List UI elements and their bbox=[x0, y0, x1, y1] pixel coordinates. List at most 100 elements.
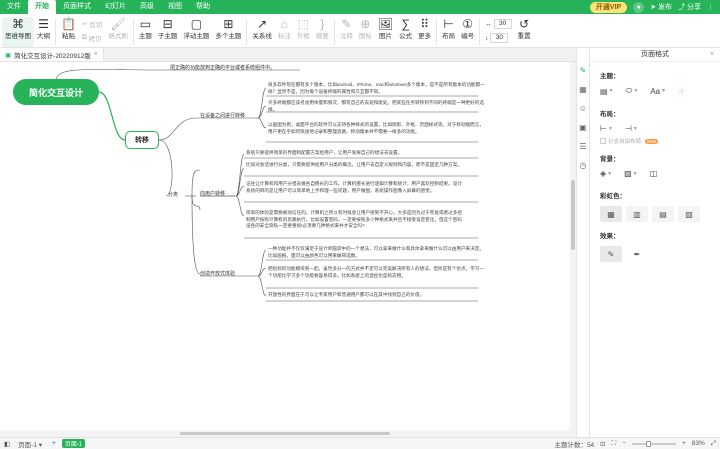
ribbon-separator bbox=[246, 19, 248, 45]
summary-button[interactable]: } 概要 bbox=[313, 17, 332, 47]
menu-view[interactable]: 视图 bbox=[161, 0, 189, 14]
menu-advanced[interactable]: 高级 bbox=[133, 0, 161, 14]
leaf-topic[interactable]: 许多终端都应该考虑用体量和频次，都有自己的去处和能处。把某些任务转移到不同的终端… bbox=[268, 100, 486, 113]
menu-slides[interactable]: 幻灯片 bbox=[98, 0, 133, 14]
layout-structure-button[interactable]: ⊢ ▼ bbox=[600, 124, 613, 133]
menu-page-style[interactable]: 页面样式 bbox=[56, 0, 98, 14]
style-icon[interactable]: ▦ bbox=[579, 85, 587, 94]
rainbow-section: 彩虹色： ▦ ▥ ▤ ▧ bbox=[590, 182, 720, 222]
label-label: 标注 bbox=[277, 33, 291, 40]
zoom-slider-knob[interactable] bbox=[645, 440, 651, 447]
cut-button[interactable]: ✂ 剪切 bbox=[82, 18, 102, 30]
branch-topic-open[interactable]: 创造开放式体验 bbox=[200, 270, 235, 277]
leaf-topic[interactable]: 系统只要提供简单的界面和配置方案给用户，让用户发挥自己的想法去设置。 bbox=[246, 150, 464, 157]
theme-style-button[interactable]: ▤ ▼ bbox=[600, 87, 614, 96]
leaf-topic[interactable]: 开放性的界面在于可以让专家用户和普通用户都可以在其中找到自己的价值。 bbox=[268, 292, 486, 299]
leaf-topic[interactable]: 很多软件现在都有多个版本，比如android、iPhone、mac和window… bbox=[268, 82, 486, 95]
vertical-spacing-input[interactable]: 30 bbox=[490, 33, 509, 43]
paste-button[interactable]: 📋 粘贴 bbox=[58, 17, 79, 47]
layout-button[interactable]: ⊢ 布局 bbox=[439, 17, 458, 47]
leaf-topic[interactable]: 记住让计算机和用户分担去做各自擅长的工作。计算机擅长进行逻辑计算和统计，用户喜欢… bbox=[246, 181, 464, 194]
document-tab[interactable]: ▣ 简化交互设计-20220912版 × bbox=[0, 48, 104, 61]
leaf-topic[interactable]: 一种功能并不仅仅满足于设计师脑袋中的一个想法，可以拿来做什么和具体拿来做什么可以… bbox=[268, 246, 486, 259]
menu-start[interactable]: 开始 bbox=[28, 0, 56, 14]
reset-icon: ↺ bbox=[519, 17, 530, 31]
floating-topic-icon: ▢ bbox=[190, 17, 203, 31]
branch-topic-device[interactable]: 在设备之间进行转移 bbox=[200, 112, 245, 119]
background-fill-button[interactable]: ◈ ▼ bbox=[600, 169, 612, 178]
copy-button[interactable]: ⧉ 拷贝 bbox=[82, 32, 102, 44]
sidebar-toggle-icon[interactable]: ◧ bbox=[4, 440, 10, 448]
leaf-topic[interactable]: 把指标的功能模块到一起，虽然多分一的方式并不定可以完美解决所有人的想法。但听是有… bbox=[268, 266, 486, 279]
formula-button[interactable]: ∑ 公式 bbox=[396, 17, 415, 47]
zoom-in-icon[interactable]: + bbox=[682, 440, 686, 447]
multi-topic-button[interactable]: ⊞ 多个主题 bbox=[212, 17, 244, 47]
effect-option-pen[interactable]: ✒ bbox=[626, 246, 648, 262]
add-page-button[interactable]: + bbox=[52, 440, 56, 447]
rainbow-option-3[interactable]: ▧ bbox=[678, 206, 700, 222]
page-format-icon[interactable]: ✎ bbox=[580, 66, 587, 75]
tree-icon: ⊢ bbox=[600, 124, 607, 133]
theme-font-button[interactable]: Aa ▼ bbox=[650, 87, 666, 96]
outline-button[interactable]: ☰ 大纲 bbox=[34, 17, 53, 47]
leaf-topic[interactable]: 简单的体验是需要被动信任的。计算机之所以有时候会让用户感到不开心，大多是因为过于… bbox=[246, 210, 464, 230]
background-texture-button[interactable]: ◫ bbox=[650, 169, 658, 178]
history-icon[interactable]: ◷ bbox=[580, 161, 587, 170]
horizontal-scrollbar[interactable] bbox=[0, 430, 576, 437]
label-button[interactable]: ⌂ 标注 bbox=[275, 17, 294, 47]
branch-topic-user[interactable]: 向用户转移 bbox=[200, 190, 225, 197]
floating-topic-button[interactable]: ▢ 浮动主题 bbox=[180, 17, 212, 47]
branch-topic-category[interactable]: 分类 bbox=[168, 191, 178, 198]
branch-free-layout-checkbox[interactable]: 分支自由布局 New bbox=[600, 137, 712, 145]
outline-frame-button[interactable]: ⬚ 外框 bbox=[294, 17, 313, 47]
vip-button[interactable]: 开通VIP bbox=[589, 1, 628, 13]
tag-icon-button[interactable]: ⊕ 图标 bbox=[356, 17, 375, 47]
number-button[interactable]: ① 编号 bbox=[458, 17, 477, 47]
background-image-button[interactable]: ▨ ▼ bbox=[624, 169, 638, 178]
rainbow-option-1[interactable]: ▥ bbox=[626, 206, 648, 222]
menu-help[interactable]: 帮助 bbox=[189, 0, 217, 14]
expand-icon[interactable]: ⤢ bbox=[711, 440, 716, 448]
outline-view-icon[interactable]: ☰ bbox=[579, 142, 586, 151]
more-button[interactable]: ⠿ 更多 bbox=[415, 17, 434, 47]
reset-button[interactable]: ↺ 重置 bbox=[515, 17, 534, 47]
note-button[interactable]: ✎ 注释 bbox=[337, 17, 356, 47]
top-note-topic[interactable]: 把正确的功能放到正确的平台或者系统组件中。 bbox=[170, 64, 370, 71]
root-topic[interactable]: 简化交互设计 bbox=[13, 79, 99, 105]
horizontal-scroll-thumb[interactable] bbox=[180, 432, 390, 435]
layout-branch-button[interactable]: ⊣ ▼ bbox=[625, 124, 638, 133]
relation-line-button[interactable]: ↗ 关系线 bbox=[249, 17, 275, 47]
share-button[interactable]: ⤴ 分享 bbox=[678, 2, 701, 12]
more-icon[interactable]: ⋮ bbox=[707, 3, 714, 11]
image-button[interactable]: 🖼 图片 bbox=[375, 17, 396, 47]
rainbow-option-2[interactable]: ▤ bbox=[652, 206, 674, 222]
vertical-scroll-thumb[interactable] bbox=[571, 180, 575, 250]
rainbow-option-none[interactable]: ▦ bbox=[600, 206, 622, 222]
image-library-icon[interactable]: ▣ bbox=[579, 123, 587, 132]
publish-button[interactable]: ➤ 发布 bbox=[650, 2, 672, 12]
menu-file[interactable]: 文件 bbox=[0, 0, 28, 14]
leaf-topic[interactable]: 以画图为例，桌面平台的软件可以支持各种样式的设置，比如阴影、外框、页面样式等。对… bbox=[268, 122, 486, 135]
page-tab[interactable]: 页面-1 bbox=[61, 439, 86, 448]
leaf-topic[interactable]: 比如对会话进行分类，只需要提供给用户分类的概念，让用户去自定义规则和内容，而不是… bbox=[246, 162, 464, 169]
close-icon[interactable]: × bbox=[710, 48, 714, 62]
theme-shape-button[interactable]: ⬭ ▼ bbox=[626, 86, 639, 96]
theme-color-button[interactable]: ⁘ bbox=[678, 87, 685, 96]
icon-library-icon[interactable]: ☺ bbox=[579, 104, 587, 113]
effect-option-handdrawn[interactable]: ✎ bbox=[600, 246, 622, 262]
horizontal-spacing-input[interactable]: 30 bbox=[493, 19, 512, 29]
user-avatar-icon[interactable]: ● bbox=[633, 1, 645, 13]
mindmap-mode-button[interactable]: ⌘ 思维导图 bbox=[2, 17, 34, 47]
format-painter-button[interactable]: 🖌 格式刷 bbox=[105, 17, 131, 47]
fullscreen-icon[interactable]: ⛶ bbox=[612, 440, 617, 448]
close-icon[interactable]: × bbox=[94, 51, 98, 58]
ribbon-toolbar: ⌘ 思维导图 ☰ 大纲 📋 粘贴 ✂ 剪切 ⧉ 拷贝 🖌 格式刷 ▭ 主题 ⊟ 子主… bbox=[0, 14, 720, 48]
zoom-out-icon[interactable]: − bbox=[622, 440, 626, 447]
topic-button[interactable]: ▭ 主题 bbox=[136, 17, 155, 47]
fit-page-icon[interactable]: ⊡ bbox=[600, 440, 605, 448]
zoom-slider[interactable] bbox=[631, 440, 676, 447]
subtopic-button[interactable]: ⊟ 子主题 bbox=[155, 17, 181, 47]
main-topic[interactable]: 转移 bbox=[125, 131, 159, 149]
mindmap-canvas[interactable]: 简化交互设计 转移 把正确的功能放到正确的平台或者系统组件中。 在设备之间进行转… bbox=[0, 62, 570, 430]
page-selector[interactable]: 页面-1 ▾ bbox=[18, 439, 42, 449]
